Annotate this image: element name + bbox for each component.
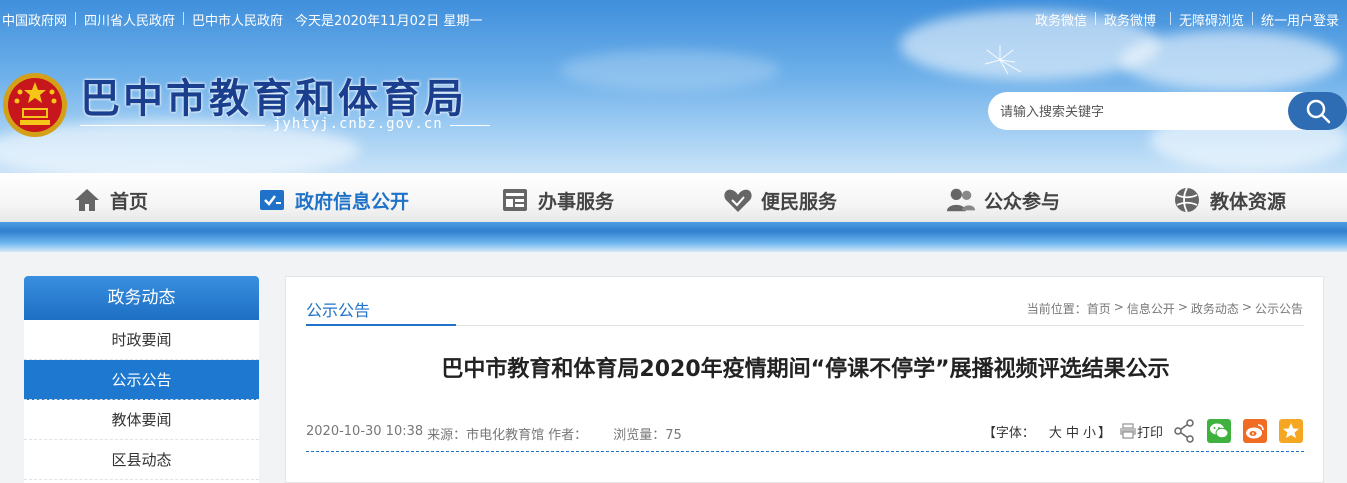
nav-participation[interactable]: 公众参与 (946, 174, 1060, 226)
article-author: 作者： (548, 428, 588, 443)
site-header: 中国政府网 四川省人民政府 巴中市人民政府 今天是2020年11月02日 星期一… (0, 0, 1347, 173)
link-wechat[interactable]: 政务微信 (1035, 10, 1087, 29)
print-button[interactable]: 打印 (1119, 422, 1163, 441)
link-user-login[interactable]: 统一用户登录 (1261, 10, 1339, 29)
link-bazhong-gov[interactable]: 巴中市人民政府 (192, 10, 283, 29)
article-views: 浏览量：75 (613, 428, 682, 443)
breadcrumb-separator: > (1241, 300, 1252, 314)
link-accessibility[interactable]: 无障碍浏览 (1179, 10, 1244, 29)
section-underline (306, 324, 456, 326)
article-meta: 2020-10-30 10:38 来源：市电化教育馆 作者： 浏览量：75 (306, 424, 686, 443)
heart-hands-icon (723, 185, 753, 215)
divider (183, 12, 185, 25)
nav-decor-strip (0, 222, 1347, 252)
link-china-gov[interactable]: 中国政府网 (2, 10, 67, 29)
weibo-icon (1246, 424, 1264, 439)
wechat-icon (1210, 423, 1229, 439)
top-links: 中国政府网 四川省人民政府 巴中市人民政府 今天是2020年11月02日 星期一 (2, 10, 482, 29)
breadcrumb-home[interactable]: 首页 (1087, 300, 1111, 317)
top-right-links: 政务微信 政务微博 无障碍浏览 统一用户登录 (1035, 10, 1339, 29)
article-tools: 【字体： 大 中 小 】 打印 (983, 418, 1303, 444)
checklist-icon (257, 185, 287, 215)
national-emblem-logo (3, 73, 67, 137)
nav-label: 政府信息公开 (295, 190, 410, 213)
home-icon (72, 185, 102, 215)
article-title: 巴中市教育和体育局2020年疫情期间“停课不停学”展播视频评选结果公示 (441, 357, 1170, 382)
article-datetime: 2020-10-30 10:38 (306, 424, 424, 439)
sidebar-item-announcements[interactable]: 公示公告 (24, 360, 259, 400)
breadcrumb: 当前位置： 首页 > 信息公开 > 政务动态 > 公示公告 (1027, 300, 1303, 317)
print-label: 打印 (1136, 425, 1163, 441)
top-bar: 中国政府网 四川省人民政府 巴中市人民政府 今天是2020年11月02日 星期一… (0, 0, 1347, 36)
main-content: 公示公告 当前位置： 首页 > 信息公开 > 政务动态 > 公示公告 巴中市教育… (285, 276, 1324, 483)
main-nav: 首页 政府信息公开 办事服务 便民服务 公众参与 教体资源 (0, 173, 1347, 225)
nav-label: 教体资源 (1210, 190, 1287, 213)
search-icon (1306, 99, 1330, 124)
people-icon (946, 185, 976, 215)
share-weibo-button[interactable] (1243, 419, 1267, 443)
share-button[interactable] (1173, 419, 1195, 443)
favorite-button[interactable] (1279, 419, 1303, 443)
share-wechat-button[interactable] (1207, 419, 1231, 443)
breadcrumb-announcements[interactable]: 公示公告 (1255, 300, 1303, 317)
nav-resources[interactable]: 教体资源 (1172, 174, 1286, 226)
sidebar: 政务动态 时政要闻 公示公告 教体要闻 区县动态 (24, 276, 259, 483)
nav-services[interactable]: 办事服务 (500, 174, 614, 226)
nav-label: 首页 (110, 190, 149, 213)
search-bar (988, 92, 1347, 130)
search-box (988, 92, 1308, 130)
divider (1251, 12, 1253, 25)
nav-gov-info[interactable]: 政府信息公开 (257, 174, 409, 226)
sidebar-item-county-news[interactable]: 区县动态 (24, 440, 259, 480)
divider (75, 12, 77, 25)
breadcrumb-info-disclosure[interactable]: 信息公开 (1127, 300, 1175, 317)
article-source: 来源：市电化教育馆 (427, 428, 545, 443)
font-size-label: 【字体： (982, 425, 1035, 441)
share-icon (1174, 419, 1194, 443)
sidebar-heading: 政务动态 (24, 276, 259, 320)
sidebar-item-education-news[interactable]: 教体要闻 (24, 400, 259, 440)
divider (1169, 12, 1171, 25)
search-input[interactable] (1000, 101, 1290, 121)
divider (1094, 12, 1096, 25)
sidebar-item-news[interactable]: 时政要闻 (24, 320, 259, 360)
decor-line (450, 125, 490, 126)
nav-home[interactable]: 首页 (72, 174, 148, 226)
nav-convenience[interactable]: 便民服务 (723, 174, 837, 226)
printer-icon (1119, 423, 1136, 439)
site-domain: jyhtyj.cnbz.gov.cn (273, 116, 443, 132)
decor-line (80, 125, 265, 126)
font-size-small[interactable]: 小 (1083, 422, 1096, 441)
link-sichuan-gov[interactable]: 四川省人民政府 (84, 10, 175, 29)
nav-label: 办事服务 (538, 190, 615, 213)
domain-row: jyhtyj.cnbz.gov.cn (80, 116, 490, 134)
nav-label: 便民服务 (761, 190, 838, 213)
font-size-medium[interactable]: 中 (1066, 422, 1079, 441)
service-icon (500, 185, 530, 215)
font-size-large[interactable]: 大 (1049, 422, 1062, 441)
search-button[interactable] (1288, 92, 1347, 130)
breadcrumb-gov-news[interactable]: 政务动态 (1191, 300, 1239, 317)
breadcrumb-separator: > (1177, 300, 1188, 314)
date-text: 今天是2020年11月02日 星期一 (295, 14, 483, 29)
dandelion-decoration (984, 45, 1022, 75)
meta-divider (306, 451, 1304, 452)
star-icon (1283, 423, 1299, 438)
ball-icon (1172, 185, 1202, 215)
font-size-bracket: 】 (1097, 425, 1111, 441)
section-title: 公示公告 (306, 301, 371, 320)
breadcrumb-prefix: 当前位置： (1026, 302, 1087, 316)
nav-label: 公众参与 (984, 190, 1061, 213)
breadcrumb-separator: > (1113, 300, 1124, 314)
link-weibo[interactable]: 政务微博 (1104, 10, 1156, 29)
